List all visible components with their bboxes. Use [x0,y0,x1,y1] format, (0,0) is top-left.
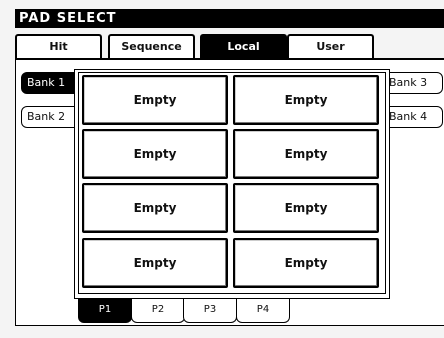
bank-3-tab[interactable]: Bank 3 [383,72,443,94]
panel-bottom-border [15,325,444,326]
tab-hit[interactable]: Hit [15,34,102,58]
bank-2-tab[interactable]: Bank 2 [21,106,81,128]
pad-2[interactable]: Empty [233,75,379,125]
pad-8[interactable]: Empty [233,238,379,288]
pad-5[interactable]: Empty [82,183,228,233]
pad-4[interactable]: Empty [233,129,379,179]
tab-user[interactable]: User [287,34,374,58]
pad-7[interactable]: Empty [82,238,228,288]
page-tab-p3[interactable]: P3 [183,299,237,323]
page-tab-p1[interactable]: P1 [78,299,132,323]
bank-4-tab[interactable]: Bank 4 [383,106,443,128]
pad-1[interactable]: Empty [82,75,228,125]
tab-sequence[interactable]: Sequence [108,34,195,58]
tabs-divider [15,58,444,60]
pad-3[interactable]: Empty [82,129,228,179]
pad-6[interactable]: Empty [233,183,379,233]
page-tab-p2[interactable]: P2 [131,299,185,323]
tab-local[interactable]: Local [200,34,287,58]
pad-select-screen: PAD SELECT Hit Sequence Local User Bank … [0,0,444,338]
bank-1-tab[interactable]: Bank 1 [21,72,81,94]
page-tab-p4[interactable]: P4 [236,299,290,323]
window-title: PAD SELECT [15,9,444,28]
